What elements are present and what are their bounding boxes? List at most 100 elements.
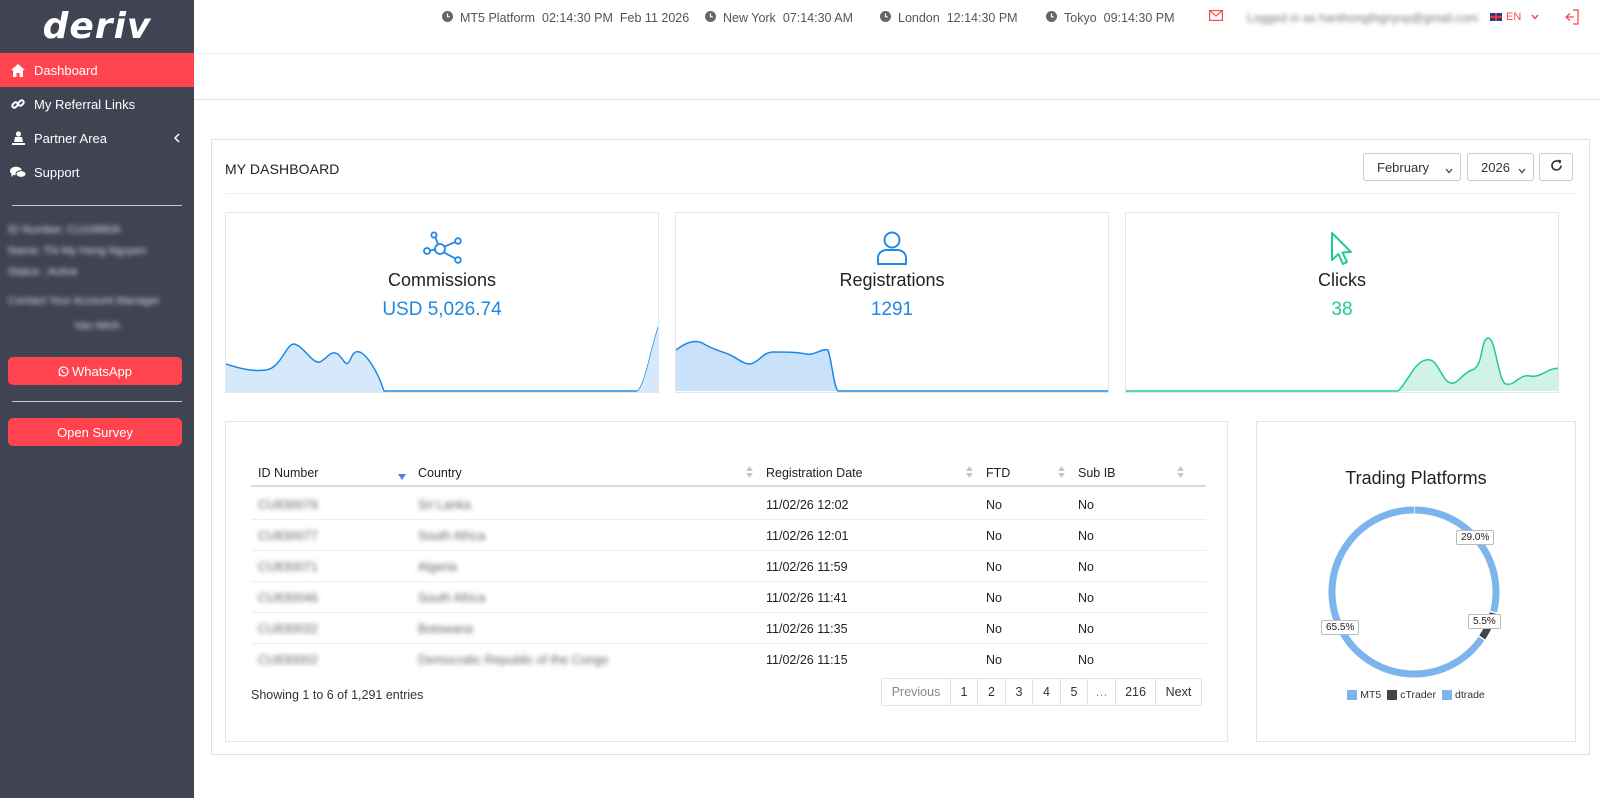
table-header: ID Number Country Registration Date FTD … (251, 457, 1206, 487)
clock-tokyo: Tokyo 09:14:30 PM (1046, 11, 1175, 25)
top-bar: MT5 Platform 02:14:30 PM Feb 11 2026 New… (194, 0, 1600, 36)
pagination-page-1[interactable]: 1 (950, 679, 977, 705)
cursor-icon (1329, 231, 1355, 270)
legend-item-dtrade[interactable]: dtrade (1442, 689, 1485, 701)
account-name: Name: Thi My Hong Nguyen (8, 245, 147, 257)
pagination-page-4[interactable]: 4 (1032, 679, 1060, 705)
pagination-previous[interactable]: Previous (882, 679, 950, 705)
clock-london: London 12:14:30 PM (880, 11, 1018, 25)
table-row[interactable]: CU830077 South Africa 11/02/26 12:01 No … (251, 520, 1206, 551)
pagination-page-3[interactable]: 3 (1005, 679, 1032, 705)
table-info: Showing 1 to 6 of 1,291 entries (251, 688, 424, 702)
dashboard-panel: MY DASHBOARD February 2026 Commissions U… (211, 139, 1590, 755)
table-row[interactable]: CU830032 Botswana 11/02/26 11:35 No No (251, 613, 1206, 644)
commissions-card: Commissions USD 5,026.74 (225, 212, 659, 393)
panel-divider (225, 193, 1576, 194)
account-id: ID Number: CU108809 (8, 224, 120, 236)
chat-icon (10, 164, 26, 180)
legend-item-mt5[interactable]: MT5 (1347, 689, 1381, 701)
pagination-page-2[interactable]: 2 (977, 679, 1005, 705)
column-header-country[interactable]: Country (418, 466, 462, 480)
pagination-page-5[interactable]: 5 (1060, 679, 1087, 705)
clicks-sparkline (1126, 337, 1558, 392)
sidebar-item-label: Dashboard (34, 62, 98, 78)
clicks-card: Clicks 38 (1125, 212, 1559, 393)
sort-icon[interactable] (746, 466, 753, 481)
chevron-down-icon (1445, 162, 1453, 177)
registrations-table-panel: ID Number Country Registration Date FTD … (225, 421, 1228, 742)
card-value: 1291 (870, 299, 914, 320)
clock-mt5: MT5 Platform 02:14:30 PM Feb 11 2026 (442, 11, 689, 25)
deriv-logo[interactable]: deriv (0, 0, 194, 53)
slice-dtrade[interactable] (1413, 506, 1500, 614)
column-header-ftd[interactable]: FTD (986, 466, 1010, 480)
trading-platforms-chart: Trading Platforms 65.5% 5.5% 29.0% MT5 c… (1256, 421, 1576, 742)
column-header-registration-date[interactable]: Registration Date (766, 466, 863, 480)
sidebar-item-label: My Referral Links (34, 96, 136, 112)
pagination-ellipsis: … (1087, 679, 1115, 705)
whatsapp-icon (58, 365, 69, 377)
language-selector[interactable]: EN (1490, 11, 1539, 23)
card-title: Clicks (1318, 270, 1366, 290)
pagination-page-216[interactable]: 216 (1115, 679, 1155, 705)
sort-icon[interactable] (1058, 466, 1065, 481)
chevron-left-icon[interactable] (173, 131, 180, 146)
sidebar-item-label: Support (34, 164, 80, 180)
card-title: Commissions (387, 270, 497, 290)
registrations-sparkline (676, 340, 1108, 392)
whatsapp-button[interactable]: WhatsApp (8, 357, 182, 385)
sort-icon[interactable] (966, 466, 973, 481)
sidebar: deriv Dashboard My Referral Links Partne… (0, 0, 194, 798)
clock-icon (705, 11, 716, 25)
clock-new-york: New York 07:14:30 AM (705, 11, 853, 25)
sub-header (194, 53, 1600, 100)
account-status: Status : Active (8, 266, 78, 278)
column-header-sub-ib[interactable]: Sub IB (1078, 466, 1116, 480)
user-icon (876, 231, 908, 268)
link-icon (10, 96, 26, 112)
uk-flag-icon (1490, 13, 1502, 21)
page-title: MY DASHBOARD (225, 161, 340, 177)
network-icon (420, 231, 464, 268)
sidebar-item-referral-links[interactable]: My Referral Links (0, 87, 194, 121)
legend-item-ctrader[interactable]: cTrader (1387, 689, 1436, 701)
clock-icon (1046, 11, 1057, 25)
slice-label-dtrade: 29.0% (1456, 530, 1495, 545)
table-row[interactable]: CU830002 Democratic Republic of the Cong… (251, 644, 1206, 675)
account-info: ID Number: CU108809 Name: Thi My Hong Ng… (0, 206, 194, 343)
sidebar-item-support[interactable]: Support (0, 155, 194, 189)
slice-label-mt5: 65.5% (1321, 620, 1360, 635)
chevron-down-icon (1518, 162, 1526, 177)
mail-icon[interactable] (1209, 10, 1224, 24)
table-row[interactable]: CU830046 South Africa 11/02/26 11:41 No … (251, 582, 1206, 613)
home-icon (10, 62, 26, 78)
chevron-down-icon (1531, 14, 1539, 20)
sidebar-item-label: Partner Area (34, 130, 107, 146)
clock-icon (880, 11, 891, 25)
refresh-button[interactable] (1539, 153, 1573, 181)
account-manager-name: Van Minh (74, 320, 120, 332)
column-header-id[interactable]: ID Number (258, 466, 318, 480)
logged-in-user: Logged in as hanthongthgnyvp@gmail.com (1247, 11, 1478, 25)
sort-desc-icon[interactable] (398, 469, 406, 483)
account-manager-label: Contact Your Account Manager (8, 295, 160, 307)
open-survey-button[interactable]: Open Survey (8, 418, 182, 446)
slice-label-ctrader: 5.5% (1468, 614, 1501, 629)
month-select[interactable]: February (1363, 153, 1461, 181)
person-icon (10, 130, 26, 146)
table-row[interactable]: CU830079 Sri Lanka 11/02/26 12:02 No No (251, 489, 1206, 520)
clock-icon (442, 11, 453, 25)
sort-icon[interactable] (1177, 466, 1184, 481)
chart-legend: MT5 cTrader dtrade (1257, 689, 1575, 701)
table-row[interactable]: CU830071 Algeria 11/02/26 11:59 No No (251, 551, 1206, 582)
sidebar-item-dashboard[interactable]: Dashboard (0, 53, 194, 87)
year-select[interactable]: 2026 (1467, 153, 1534, 181)
commissions-sparkline (226, 325, 658, 392)
logout-icon[interactable] (1565, 9, 1579, 28)
sidebar-item-partner-area[interactable]: Partner Area (0, 121, 194, 155)
pagination-next[interactable]: Next (1155, 679, 1201, 705)
card-value: 38 (1331, 299, 1353, 320)
registrations-card: Registrations 1291 (675, 212, 1109, 393)
card-title: Registrations (839, 270, 945, 290)
refresh-icon (1550, 159, 1563, 175)
